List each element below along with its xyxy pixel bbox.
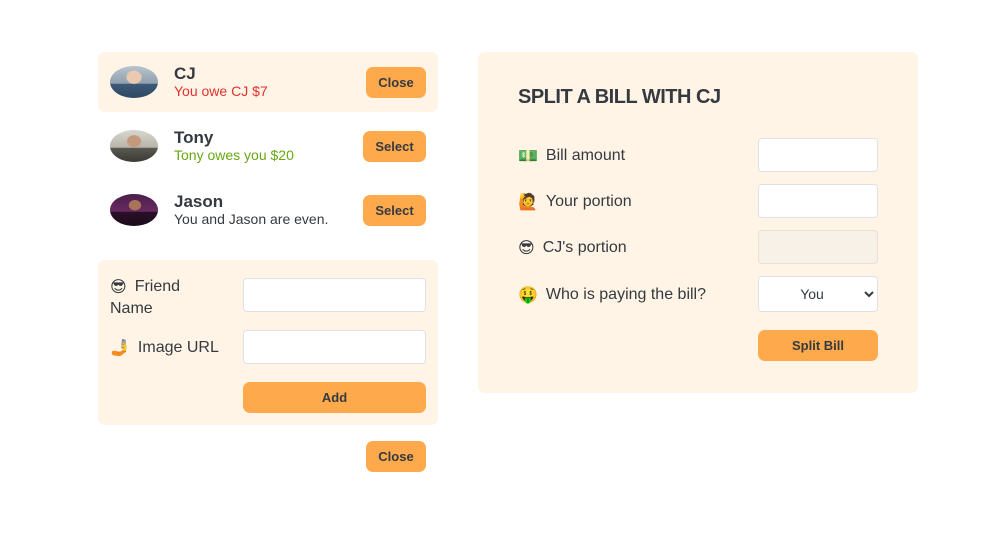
select-friend-button[interactable]: Select: [363, 130, 426, 162]
your-portion-label-text: Your portion: [545, 193, 632, 210]
payer-select[interactable]: You: [758, 276, 878, 312]
bill-amount-label-text: Bill amount: [545, 147, 626, 164]
close-form-button[interactable]: Close: [366, 441, 426, 472]
friend-name: Tony: [174, 128, 214, 147]
friend-info: Tony Tony owes you $20: [174, 128, 363, 164]
avatar: [110, 130, 158, 162]
money-icon: 💵: [518, 146, 538, 165]
split-bill-title: SPLIT A BILL WITH CJ: [518, 86, 721, 108]
bill-amount-input[interactable]: [758, 138, 878, 172]
payer-label-text: Who is paying the bill?: [545, 286, 707, 303]
friend-item-cj: CJ You owe CJ $7 Close: [98, 52, 438, 112]
selfie-icon: 🤳: [110, 338, 130, 357]
friend-portion-label: 😎 CJ's portion: [518, 237, 627, 259]
friend-balance: You owe CJ $7: [174, 83, 268, 99]
your-portion-input[interactable]: [758, 184, 878, 218]
friend-balance: You and Jason are even.: [174, 211, 329, 227]
avatar: [110, 66, 158, 98]
bill-amount-label: 💵 Bill amount: [518, 145, 625, 167]
payer-label: 🤑 Who is paying the bill?: [518, 284, 706, 306]
avatar: [110, 194, 158, 226]
friend-name: Jason: [174, 192, 224, 211]
money-mouth-icon: 🤑: [518, 285, 538, 304]
friend-info: Jason You and Jason are even.: [174, 192, 363, 228]
friend-portion-input: [758, 230, 878, 264]
friend-portion-label-text: CJ's portion: [542, 239, 627, 256]
image-url-input[interactable]: [243, 330, 426, 364]
select-friend-button[interactable]: Select: [363, 194, 426, 226]
add-friend-form: 😎 Friend Name 🤳 Image URL Add: [98, 260, 438, 425]
friend-name-input[interactable]: [243, 278, 426, 312]
friend-item-jason: Jason You and Jason are even. Select: [98, 180, 438, 240]
split-bill-form: SPLIT A BILL WITH CJ 💵 Bill amount 🙋 You…: [478, 52, 918, 393]
your-portion-label: 🙋 Your portion: [518, 191, 632, 213]
close-friend-button[interactable]: Close: [366, 66, 426, 98]
friend-name: CJ: [174, 64, 196, 83]
friend-balance: Tony owes you $20: [174, 147, 294, 163]
add-friend-button[interactable]: Add: [243, 382, 426, 413]
image-url-label: 🤳 Image URL: [110, 337, 219, 359]
friend-name-label: 😎 Friend Name: [110, 276, 230, 320]
friend-name-label-text-2: Name: [110, 300, 153, 317]
split-bill-button[interactable]: Split Bill: [758, 330, 878, 361]
friend-name-label-text: Friend: [134, 278, 181, 295]
image-url-label-text: Image URL: [137, 339, 219, 356]
raising-hand-icon: 🙋: [518, 192, 538, 211]
sunglasses-icon: 😎: [110, 277, 127, 296]
friends-sidebar: CJ You owe CJ $7 Close Tony Tony owes yo…: [98, 52, 438, 244]
sunglasses-icon: 😎: [518, 238, 535, 257]
friend-info: CJ You owe CJ $7: [174, 64, 366, 100]
friend-item-tony: Tony Tony owes you $20 Select: [98, 116, 438, 176]
